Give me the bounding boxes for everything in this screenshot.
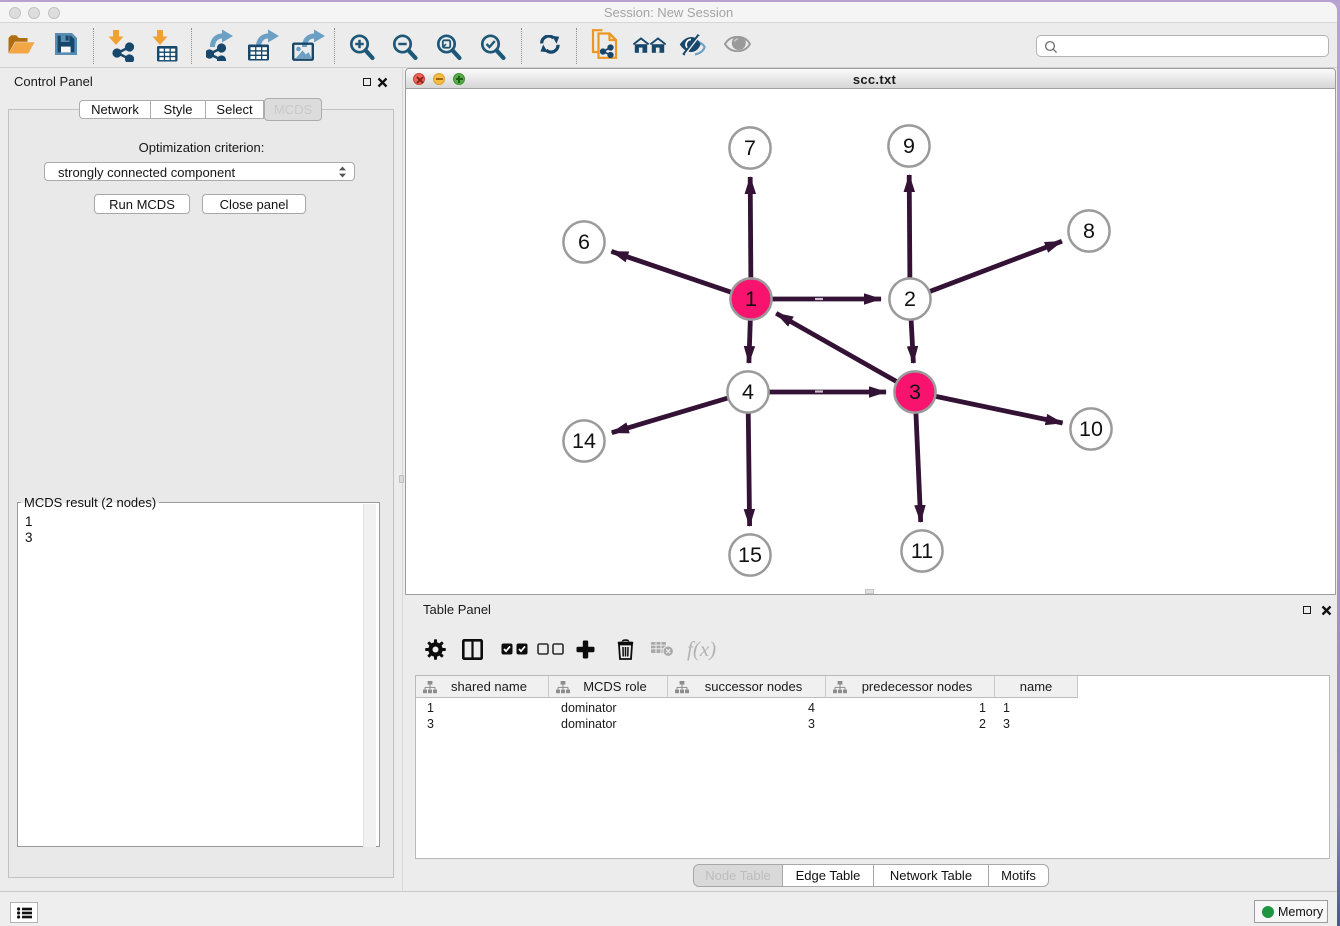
svg-text:15: 15 xyxy=(738,543,762,567)
svg-text:10: 10 xyxy=(1079,417,1103,441)
svg-text:8: 8 xyxy=(1083,219,1095,243)
svg-text:4: 4 xyxy=(742,380,754,404)
svg-text:9: 9 xyxy=(903,134,915,158)
svg-text:2: 2 xyxy=(904,287,916,311)
svg-text:7: 7 xyxy=(744,136,756,160)
svg-text:11: 11 xyxy=(911,539,933,563)
svg-text:3: 3 xyxy=(909,380,921,404)
svg-text:1: 1 xyxy=(745,287,757,311)
svg-text:14: 14 xyxy=(572,429,596,453)
svg-text:6: 6 xyxy=(578,230,590,254)
